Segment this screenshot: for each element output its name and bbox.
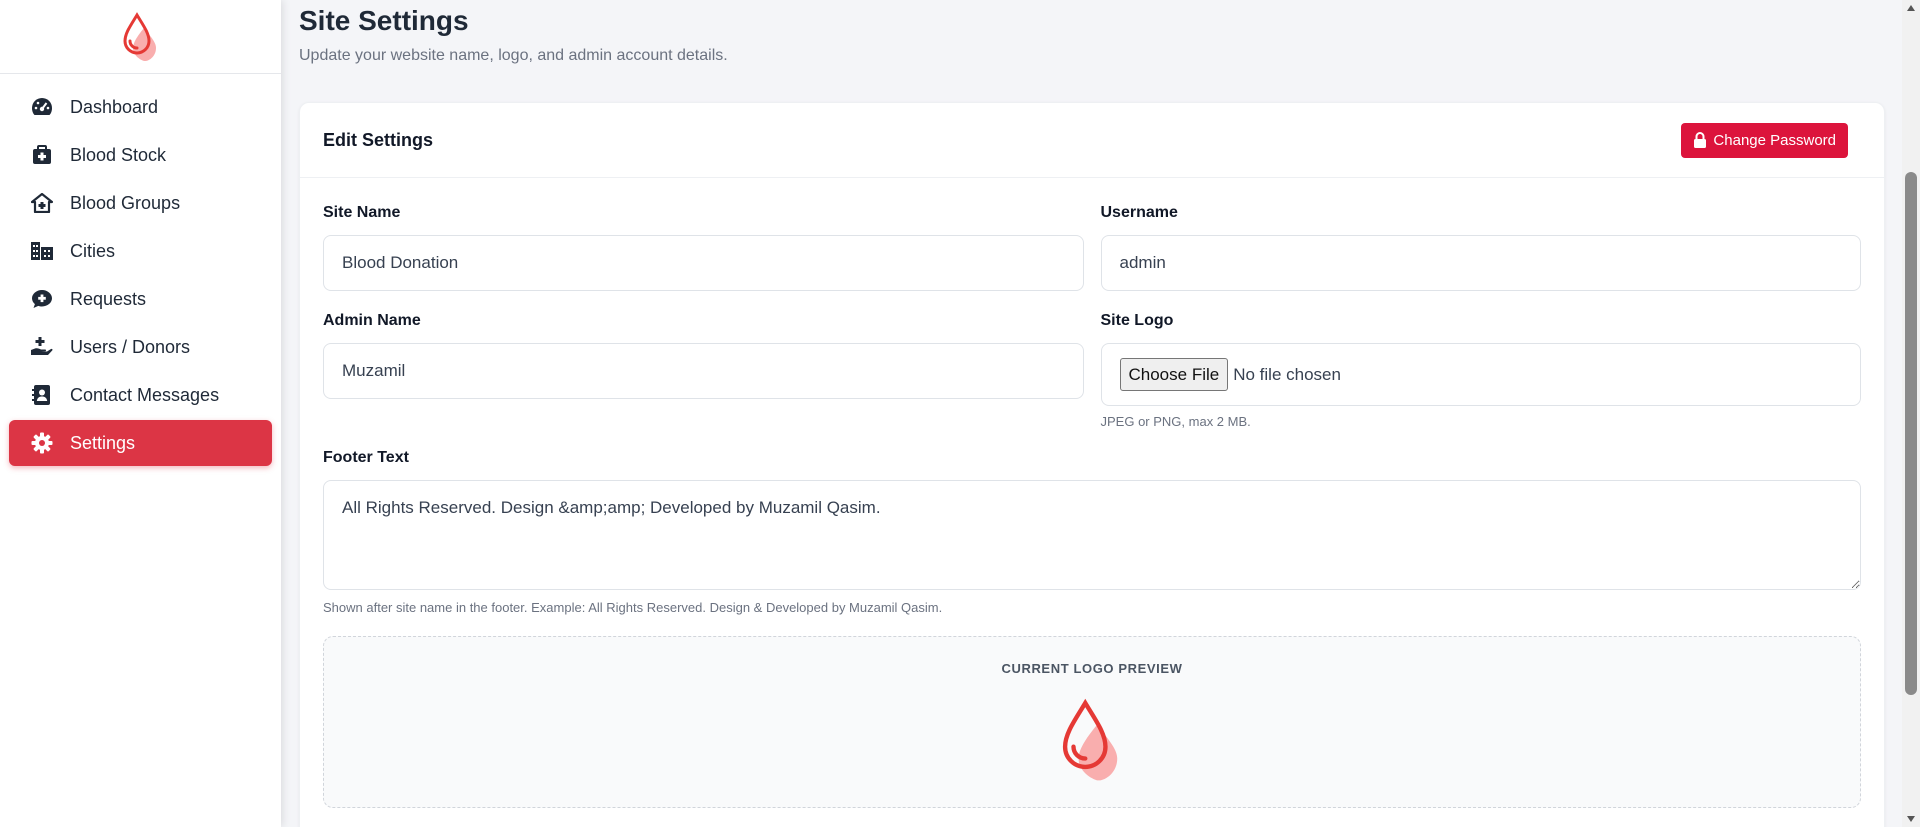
sidebar-item-blood-stock[interactable]: Blood Stock [9, 132, 272, 178]
footer-text-label: Footer Text [323, 449, 409, 466]
address-book-icon [30, 383, 54, 407]
sidebar-item-label: Cities [70, 240, 116, 261]
sidebar-item-dashboard[interactable]: Dashboard [9, 84, 272, 130]
sidebar-item-label: Dashboard [70, 96, 159, 117]
admin-name-label: Admin Name [323, 312, 421, 329]
city-icon [30, 239, 54, 263]
admin-name-input[interactable]: Muzamil [323, 343, 1084, 399]
gear-icon [30, 431, 54, 455]
gauge-icon [30, 95, 54, 119]
house-medical-icon [30, 191, 54, 215]
page-title: Site Settings [299, 5, 469, 36]
footer-text-help: Shown after site name in the footer. Exa… [323, 600, 943, 615]
sidebar-item-blood-groups[interactable]: Blood Groups [9, 180, 272, 226]
sidebar-item-label: Requests [70, 288, 147, 309]
sidebar: Dashboard Blood Stock Blood Groups Citie… [0, 0, 281, 827]
blood-drop-logo-icon [122, 11, 156, 61]
footer-text-textarea[interactable]: All Rights Reserved. Design &amp;amp; De… [323, 480, 1861, 590]
sidebar-item-requests[interactable]: Requests [9, 276, 272, 322]
settings-card: Edit Settings Change Password Site Name … [299, 102, 1885, 827]
site-logo-label: Site Logo [1100, 312, 1174, 329]
hand-holding-medical-icon [30, 335, 54, 359]
sidebar-item-label: Blood Stock [70, 144, 167, 165]
username-input[interactable]: admin [1100, 235, 1861, 291]
sidebar-item-label: Contact Messages [70, 384, 220, 405]
medkit-icon [30, 143, 54, 167]
change-password-label: Change Password [1713, 131, 1836, 149]
main-content: Site Settings Update your website name, … [281, 0, 1902, 827]
card-title: Edit Settings [323, 129, 434, 150]
sidebar-item-label: Settings [70, 432, 136, 453]
blood-drop-logo-icon [1062, 698, 1118, 781]
page-subtitle: Update your website name, logo, and admi… [299, 47, 728, 64]
username-label: Username [1100, 204, 1178, 221]
sidebar-item-users-donors[interactable]: Users / Donors [9, 324, 272, 370]
choose-file-button[interactable]: Choose File [1119, 358, 1229, 391]
site-logo-file-input[interactable]: Choose File No file chosen [1100, 343, 1861, 406]
scrollbar-thumb[interactable] [1905, 172, 1917, 695]
card-header: Edit Settings Change Password [300, 103, 1884, 178]
logo-preview: CURRENT LOGO PREVIEW [323, 636, 1861, 808]
vertical-scrollbar[interactable] [1902, 0, 1920, 827]
scroll-up-arrow-icon[interactable] [1902, 0, 1920, 16]
logo-preview-title: CURRENT LOGO PREVIEW [1001, 661, 1183, 676]
sidebar-item-settings[interactable]: Settings [9, 420, 272, 466]
sidebar-item-cities[interactable]: Cities [9, 228, 272, 274]
sidebar-item-label: Users / Donors [70, 336, 191, 357]
site-name-label: Site Name [323, 204, 401, 221]
sidebar-logo[interactable] [0, 0, 281, 74]
settings-form: Site Name Blood Donation Username admin … [300, 204, 1884, 808]
lock-icon [1694, 132, 1707, 148]
sidebar-item-contact-messages[interactable]: Contact Messages [9, 372, 272, 418]
sidebar-nav: Dashboard Blood Stock Blood Groups Citie… [0, 74, 281, 466]
file-status: No file chosen [1233, 364, 1341, 384]
scroll-down-arrow-icon[interactable] [1902, 811, 1920, 827]
site-logo-help: JPEG or PNG, max 2 MB. [1100, 414, 1251, 429]
sidebar-item-label: Blood Groups [70, 192, 181, 213]
comment-medical-icon [30, 287, 54, 311]
change-password-button[interactable]: Change Password [1681, 122, 1848, 158]
site-name-input[interactable]: Blood Donation [323, 235, 1084, 291]
